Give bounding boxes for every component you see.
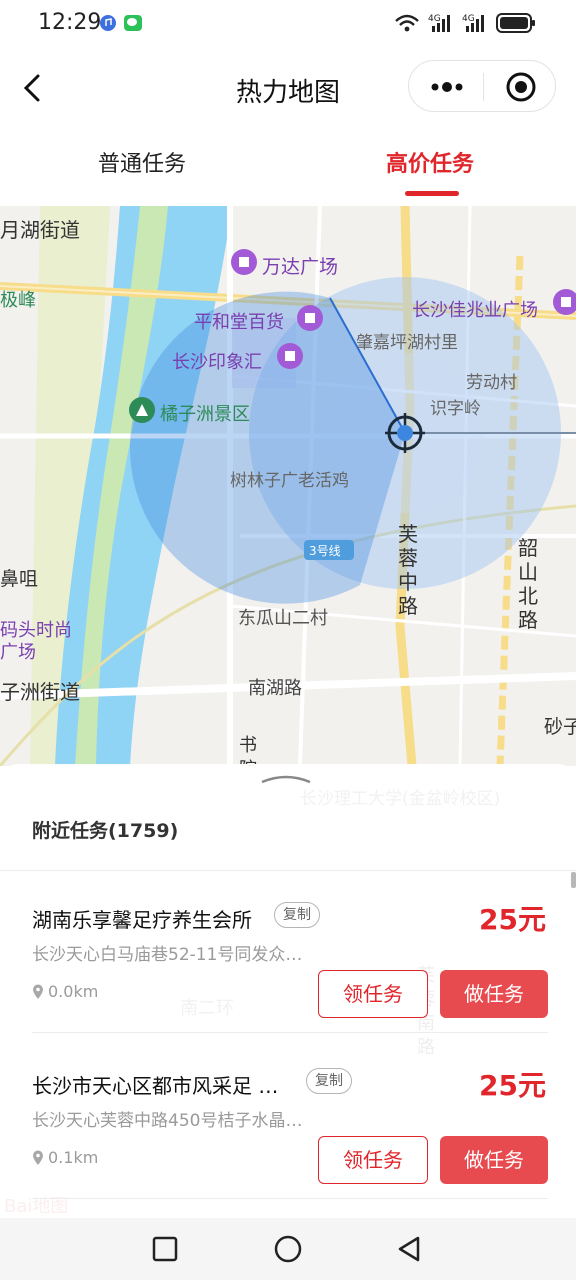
active-tab-indicator (405, 191, 459, 196)
map-label-jifeng: 极峰 (0, 290, 36, 311)
music-icon (100, 15, 116, 31)
capsule-divider (483, 73, 484, 101)
map-label-juzizhou: 橘子洲景区 (160, 404, 250, 425)
map-label-furong-road: 芙蓉中路 (398, 522, 418, 618)
task-price: 25元 (479, 1069, 546, 1102)
task-name: 湖南乐享馨足疗养生会所 (32, 908, 252, 932)
map-label-shuyuan-road: 书院南路 (239, 735, 257, 766)
claim-task-button[interactable]: 领任务 (318, 1136, 428, 1184)
nearby-tasks-sheet: 长沙理工大学(金盆岭校区) 南二环 芙蓉南路 Bai地图 附近任务(1759) … (0, 764, 576, 1220)
status-icons: 4G 4G (394, 12, 536, 34)
map-label-wanda: 万达广场 (262, 256, 339, 278)
copy-button[interactable]: 复制 (274, 902, 320, 928)
task-price: 25元 (479, 903, 546, 936)
map-label-nanhu-road: 南湖路 (248, 678, 302, 699)
do-task-button[interactable]: 做任务 (440, 1136, 548, 1184)
map-label-zhaojiaping: 肇嘉坪湖村里 (356, 333, 458, 353)
map-label-dongguashan: 东瓜山二村 (238, 608, 328, 629)
map-label-shiziling: 识字岭 (430, 399, 481, 419)
svg-text:4G: 4G (462, 14, 475, 24)
copy-button[interactable]: 复制 (306, 1068, 352, 1094)
recent-apps-icon[interactable] (148, 1232, 182, 1266)
task-divider (32, 1198, 548, 1199)
signal-icon-1: 4G (428, 14, 450, 32)
task-distance: 0.0km (32, 982, 98, 1001)
map-label-yuehu: 月湖街道 (0, 218, 80, 242)
task-tabs: 普通任务 高价任务 (0, 124, 576, 206)
map-label-zizhou: 子洲街道 (0, 680, 80, 704)
location-pin-icon (33, 1150, 43, 1165)
wanda-poi-icon (231, 249, 257, 275)
map-label-shaoshan-road: 韶山北路 (518, 536, 538, 632)
map-label-shazi: 砂子 (544, 716, 576, 738)
map-label-laodongcun: 劳动村 (466, 373, 517, 393)
pinghetang-poi-icon (297, 305, 323, 331)
more-icon[interactable] (423, 71, 471, 103)
signal-icon-2: 4G (462, 14, 484, 32)
status-time: 12:29 (38, 10, 102, 35)
map-label-bizui: 鼻咀 (0, 568, 39, 590)
sheet-handle-icon[interactable] (258, 770, 314, 786)
task-address: 长沙天心白马庙巷52-11号同发众… (32, 945, 303, 965)
system-nav-bar (0, 1218, 576, 1280)
task-address: 长沙天心芙蓉中路450号桔子水晶… (32, 1111, 303, 1131)
claim-task-button[interactable]: 领任务 (318, 970, 428, 1018)
task-item[interactable]: 湖南乐享馨足疗养生会所 复制 25元 长沙天心白马庙巷52-11号同发众… 0.… (0, 872, 576, 1032)
wechat-icon (124, 15, 142, 31)
map-label-jiazhaoye: 长沙佳兆业广场 (412, 300, 538, 321)
tab-normal-tasks[interactable]: 普通任务 (98, 146, 186, 178)
close-miniprogram-icon[interactable] (503, 71, 539, 103)
status-bar: 12:29 4G 4G (0, 0, 576, 52)
task-distance: 0.1km (32, 1148, 98, 1167)
map-label-guangchang: 广场 (0, 642, 36, 663)
wifi-icon (395, 14, 419, 32)
back-nav-icon[interactable] (392, 1232, 426, 1266)
map-label-shulinzi: 树林子广老活鸡 (230, 471, 349, 491)
map-label-pinghetang: 平和堂百货 (194, 312, 284, 333)
tab-high-price-tasks[interactable]: 高价任务 (386, 146, 474, 178)
distance-value: 0.0km (48, 982, 99, 1001)
distance-value: 0.1km (48, 1148, 99, 1167)
task-item[interactable]: 长沙市天心区都市风采足 … 复制 25元 长沙天心芙蓉中路450号桔子水晶… 0… (0, 1038, 576, 1198)
do-task-button[interactable]: 做任务 (440, 970, 548, 1018)
map-label-ligong: 长沙理工大学(金盆岭校区) (300, 789, 501, 809)
task-divider (32, 1032, 548, 1033)
miniprogram-capsule (408, 60, 556, 112)
juzizhou-poi-icon (129, 397, 155, 423)
location-pin-icon (33, 984, 43, 999)
task-name: 长沙市天心区都市风采足 … (32, 1074, 279, 1098)
svg-text:4G: 4G (428, 14, 441, 24)
heat-map[interactable]: 月湖街道 万达广场 极峰 平和堂百货 长沙佳兆业广场 肇嘉坪湖村里 长沙印象汇 … (0, 206, 576, 766)
nav-bar: 热力地图 (0, 52, 576, 124)
home-icon[interactable] (271, 1232, 305, 1266)
map-label-yinxianghui: 长沙印象汇 (172, 352, 262, 373)
map-label-line3: 3号线 (309, 544, 341, 558)
yinxianghui-poi-icon (277, 343, 303, 369)
battery-icon (496, 13, 535, 33)
header-divider (0, 870, 576, 871)
nearby-tasks-title: 附近任务(1759) (32, 820, 179, 842)
